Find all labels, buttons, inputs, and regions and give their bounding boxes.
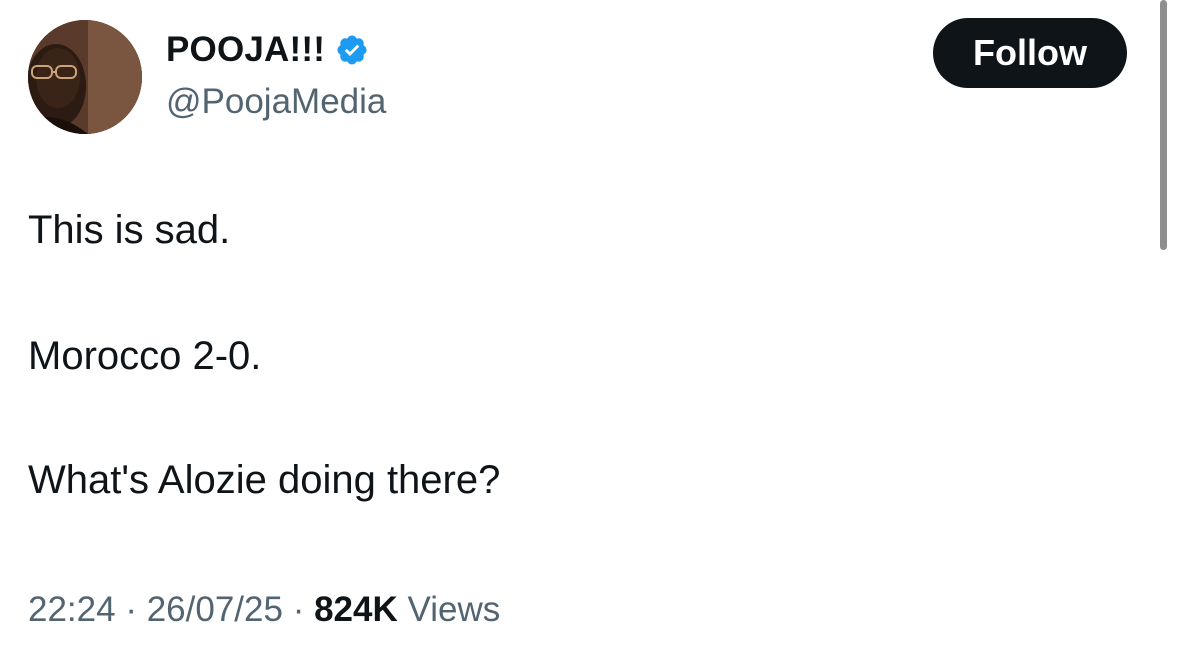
tweet-date[interactable]: 26/07/25 bbox=[147, 590, 283, 629]
meta-separator: · bbox=[292, 590, 305, 629]
avatar-image bbox=[28, 20, 142, 134]
scrollbar[interactable] bbox=[1160, 0, 1167, 250]
tweet-meta: 22:24 · 26/07/25 · 824K Views bbox=[28, 590, 500, 630]
tweet-text-line: What's Alozie doing there? bbox=[28, 458, 501, 502]
display-name[interactable]: POOJA!!! bbox=[166, 30, 325, 70]
tweet-time[interactable]: 22:24 bbox=[28, 590, 116, 629]
avatar[interactable] bbox=[28, 20, 142, 134]
meta-separator: · bbox=[125, 590, 137, 629]
author-name-row[interactable]: POOJA!!! bbox=[166, 30, 369, 70]
views-count[interactable]: 824K bbox=[314, 590, 398, 629]
tweet-text-line: Morocco 2-0. bbox=[28, 334, 262, 378]
tweet-card: POOJA!!! @PoojaMedia Follow This is sad.… bbox=[0, 0, 1179, 648]
follow-button[interactable]: Follow bbox=[933, 18, 1127, 88]
tweet-text-line: This is sad. bbox=[28, 208, 231, 252]
verified-badge-icon bbox=[337, 35, 367, 65]
views-label: Views bbox=[407, 590, 501, 629]
author-handle[interactable]: @PoojaMedia bbox=[166, 82, 386, 122]
